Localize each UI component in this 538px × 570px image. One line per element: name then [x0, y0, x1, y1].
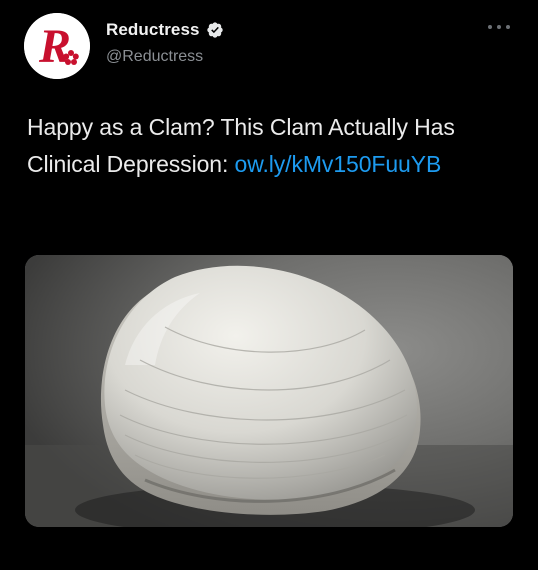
- svg-text:R: R: [38, 20, 71, 73]
- clam-photo: [25, 255, 513, 527]
- more-dot-icon: [488, 25, 492, 29]
- tweet-text: Happy as a Clam? This Clam Actually Has …: [27, 109, 497, 183]
- tweet-card: R Reductress @Reductress Happy as a Clam…: [0, 0, 538, 570]
- more-options-button[interactable]: [488, 22, 510, 32]
- more-dot-icon: [506, 25, 510, 29]
- tweet-image[interactable]: [25, 255, 513, 527]
- handle[interactable]: @Reductress: [106, 48, 203, 66]
- verified-badge-icon: [206, 22, 223, 38]
- reductress-logo-icon: R: [24, 13, 90, 79]
- tweet-link[interactable]: ow.ly/kMv150FuuYB: [235, 151, 442, 177]
- display-name[interactable]: Reductress: [106, 20, 200, 40]
- avatar[interactable]: R: [24, 13, 90, 79]
- name-row: Reductress: [106, 20, 224, 40]
- more-dot-icon: [497, 25, 501, 29]
